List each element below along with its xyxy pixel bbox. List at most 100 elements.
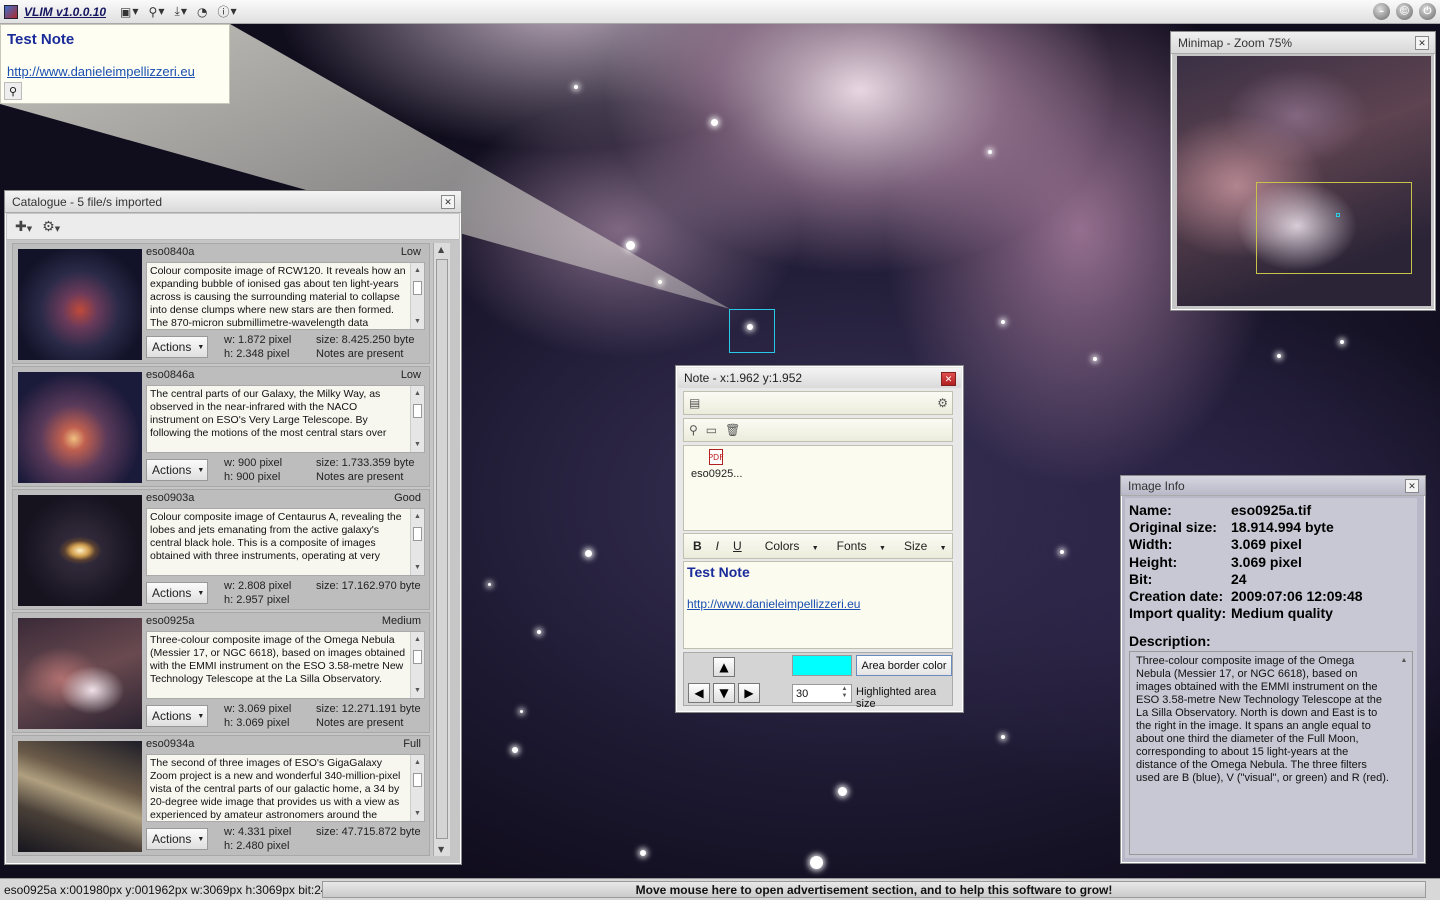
size-menu[interactable]: Size ▼ xyxy=(895,539,947,553)
paperclip-icon[interactable]: ⚲ xyxy=(4,82,22,100)
actions-button[interactable]: Actions ▼ xyxy=(146,336,208,358)
spinner-icon[interactable]: ▲ ▼ xyxy=(839,686,850,701)
download-menu-icon[interactable]: ⤓ ▼ xyxy=(173,3,189,21)
advertisement-strip[interactable]: Move mouse here to open advertisement se… xyxy=(322,881,1426,898)
minimap-image[interactable] xyxy=(1177,56,1431,306)
note-editor[interactable]: Test Note http://www.danieleimpellizzeri… xyxy=(683,561,953,649)
scroll-up-icon[interactable]: ▲ xyxy=(438,245,444,254)
item-size: size: 8.425.250 byte xyxy=(316,334,415,346)
actions-button[interactable]: Actions ▼ xyxy=(146,705,208,727)
description-scrollbar[interactable]: ▲▼ xyxy=(1398,654,1410,852)
note-overlay-link[interactable]: http://www.danieleimpellizzeri.eu xyxy=(7,64,195,79)
close-icon[interactable]: ✕ xyxy=(1405,479,1419,493)
scroll-down-icon[interactable]: ▼ xyxy=(438,845,444,854)
thumbnail-image[interactable] xyxy=(18,495,142,606)
actions-button[interactable]: Actions ▼ xyxy=(146,459,208,481)
minimize-icon[interactable]: – xyxy=(1373,3,1390,20)
zoom-menu-icon[interactable]: ⚲ ▼ xyxy=(147,3,167,21)
minimap-title: Minimap - Zoom 75% xyxy=(1178,35,1293,50)
attachment-name[interactable]: eso0925... xyxy=(691,468,742,480)
border-color-swatch[interactable] xyxy=(792,655,852,676)
scrollbar-thumb[interactable] xyxy=(436,259,448,839)
catalogue-scrollbar[interactable]: ▲ ▼ xyxy=(433,243,450,856)
item-height: h: 3.069 pixel xyxy=(224,717,290,729)
move-down-button[interactable]: ▼ xyxy=(713,683,735,703)
restore-icon[interactable]: ☺ xyxy=(1396,3,1413,20)
close-icon[interactable]: ✕ xyxy=(941,372,956,386)
item-description[interactable]: Three-colour composite image of the Omeg… xyxy=(146,631,425,699)
close-icon[interactable]: ✕ xyxy=(441,195,455,209)
rss-icon[interactable]: ◔ xyxy=(195,3,209,21)
actions-button[interactable]: Actions ▼ xyxy=(146,828,208,850)
image-description[interactable]: Three-colour composite image of the Omeg… xyxy=(1129,651,1413,855)
minimap-header: Minimap - Zoom 75% ✕ xyxy=(1171,32,1435,54)
description-scrollbar[interactable]: ▲▼ xyxy=(410,509,424,575)
app-title[interactable]: VLIM v1.0.0.10 xyxy=(24,5,106,19)
catalogue-item[interactable]: eso0925a Medium Three-colour composite i… xyxy=(12,612,430,733)
item-description[interactable]: The central parts of our Galaxy, the Mil… xyxy=(146,385,425,453)
note-list-icon[interactable]: ▤ xyxy=(689,396,700,410)
colors-menu[interactable]: Colors ▼ xyxy=(756,539,819,553)
area-border-color-button[interactable]: Area border color xyxy=(856,655,952,676)
item-width: w: 1.872 pixel xyxy=(224,334,292,346)
info-menu-icon[interactable]: ⓘ ▼ xyxy=(215,3,238,21)
highlighted-area[interactable] xyxy=(729,309,775,353)
window-icon[interactable]: ▭ xyxy=(706,423,717,437)
item-width: w: 900 pixel xyxy=(224,457,283,469)
move-right-button[interactable]: ▶ xyxy=(738,683,760,703)
pdf-file-icon[interactable]: PDF xyxy=(708,449,724,465)
description-scrollbar[interactable]: ▲▼ xyxy=(410,755,424,821)
catalogue-toolbar: ✚▼ ⚙▼ xyxy=(7,214,459,240)
catalogue-item[interactable]: eso0846a Low The central parts of our Ga… xyxy=(12,366,430,487)
item-description[interactable]: Colour composite image of Centaurus A, r… xyxy=(146,508,425,576)
item-width: w: 4.331 pixel xyxy=(224,826,292,838)
info-label: Height: xyxy=(1129,554,1178,570)
info-label: Import quality: xyxy=(1129,605,1227,621)
fonts-menu[interactable]: Fonts ▼ xyxy=(828,539,886,553)
thumbnail-image[interactable] xyxy=(18,618,142,729)
item-description[interactable]: The second of three images of ESO's Giga… xyxy=(146,754,425,822)
add-icon[interactable]: ✚▼ xyxy=(15,219,32,235)
power-icon[interactable]: ⏻ xyxy=(1419,3,1436,20)
thumbnail-image[interactable] xyxy=(18,249,142,360)
star xyxy=(512,747,518,753)
info-value: Medium quality xyxy=(1231,605,1333,621)
thumbnail-image[interactable] xyxy=(18,741,142,852)
description-scrollbar[interactable]: ▲▼ xyxy=(410,386,424,452)
star xyxy=(1001,320,1005,324)
attachment-toolbar: ⚲ ▭ 🗑 xyxy=(683,418,953,442)
item-width: w: 2.808 pixel xyxy=(224,580,292,592)
minimap-viewport[interactable] xyxy=(1256,182,1412,274)
attachment-area[interactable]: PDF eso0925... xyxy=(683,445,953,531)
thumbnail-image[interactable] xyxy=(18,372,142,483)
note-settings-icon[interactable]: ⚙ xyxy=(937,396,948,410)
actions-button[interactable]: Actions ▼ xyxy=(146,582,208,604)
note-content-link[interactable]: http://www.danieleimpellizzeri.eu xyxy=(687,597,860,611)
close-icon[interactable]: ✕ xyxy=(1415,36,1429,50)
item-size: size: 1.733.359 byte xyxy=(316,457,415,469)
bold-button[interactable]: B xyxy=(693,539,702,553)
catalogue-item[interactable]: eso0840a Low Colour composite image of R… xyxy=(12,243,430,364)
description-scrollbar[interactable]: ▲▼ xyxy=(410,632,424,698)
item-description[interactable]: Colour composite image of RCW120. It rev… xyxy=(146,262,425,330)
note-overlay[interactable]: Test Note http://www.danieleimpellizzeri… xyxy=(0,24,230,104)
star xyxy=(838,787,847,796)
image-info-body: Name: eso0925a.tif Original size: 18.914… xyxy=(1125,498,1417,858)
area-controls: ▲ ◀ ▼ ▶ Area border color 30 ▲ ▼ Highlight… xyxy=(683,652,953,710)
catalogue-item[interactable]: eso0934a Full The second of three images… xyxy=(12,735,430,856)
attach-icon[interactable]: ⚲ xyxy=(689,423,698,437)
catalogue-item[interactable]: eso0903a Good Colour composite image of … xyxy=(12,489,430,610)
item-height: h: 2.957 pixel xyxy=(224,594,290,606)
italic-button[interactable]: I xyxy=(716,539,719,553)
move-up-button[interactable]: ▲ xyxy=(713,657,735,677)
gear-icon[interactable]: ⚙▼ xyxy=(42,219,60,235)
description-scrollbar[interactable]: ▲▼ xyxy=(410,263,424,329)
area-size-input[interactable]: 30 ▲ ▼ xyxy=(792,684,852,703)
image-menu-icon[interactable]: ▣ ▼ xyxy=(118,3,141,21)
star xyxy=(1060,550,1064,554)
star xyxy=(810,856,823,869)
move-left-button[interactable]: ◀ xyxy=(688,683,710,703)
trash-icon[interactable]: 🗑 xyxy=(725,423,740,437)
image-info-title: Image Info xyxy=(1128,478,1185,493)
underline-button[interactable]: U xyxy=(733,539,742,553)
